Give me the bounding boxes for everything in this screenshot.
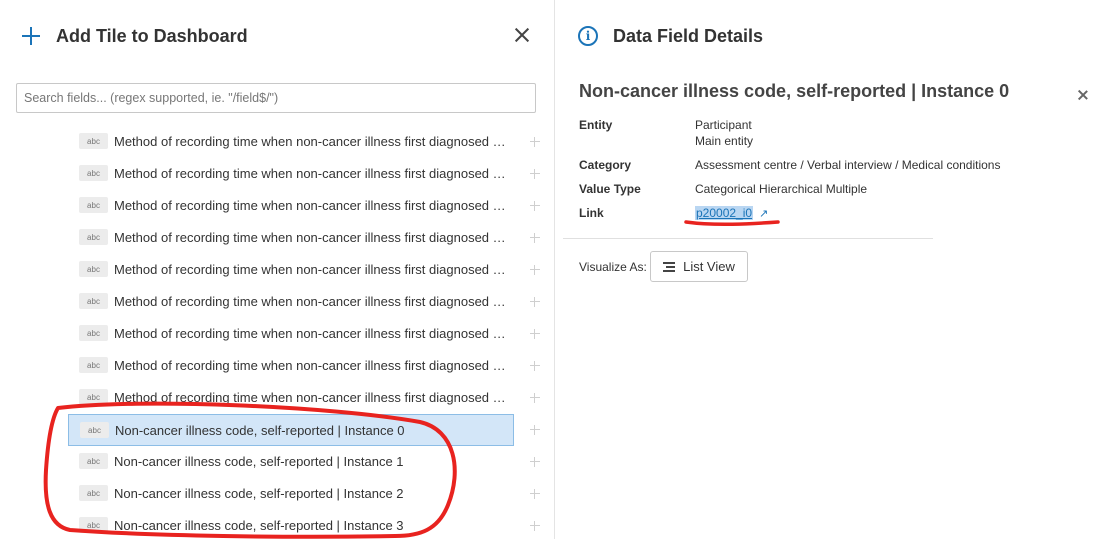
entity-value: Participant (695, 118, 752, 132)
field-label: Method of recording time when non-cancer… (114, 357, 509, 373)
list-view-label: List View (683, 259, 735, 274)
data-field-details-panel: i Data Field Details Non-cancer illness … (555, 0, 1110, 539)
field-label: Method of recording time when non-cancer… (114, 389, 509, 405)
link-label: Link (579, 206, 604, 220)
add-field-icon[interactable] (530, 169, 540, 179)
field-label: Method of recording time when non-cancer… (114, 165, 509, 181)
type-badge: abc (79, 389, 108, 405)
field-row[interactable]: abc Method of recording time when non-ca… (68, 382, 514, 412)
close-icon[interactable] (1077, 89, 1089, 101)
add-field-icon[interactable] (530, 201, 540, 211)
type-badge: abc (79, 453, 108, 469)
list-icon (663, 262, 676, 272)
add-field-icon[interactable] (530, 393, 540, 403)
plus-icon (20, 25, 42, 47)
list-view-button[interactable]: List View (650, 251, 748, 282)
type-badge: abc (79, 485, 108, 501)
add-tile-panel: Add Tile to Dashboard abc Method of reco… (0, 0, 555, 539)
field-label: Non-cancer illness code, self-reported |… (115, 422, 405, 438)
type-badge: abc (79, 517, 108, 533)
panel-title: Add Tile to Dashboard (56, 25, 248, 46)
field-row[interactable]: abc Non-cancer illness code, self-report… (68, 478, 514, 508)
details-header: i Data Field Details (578, 22, 763, 50)
add-field-icon[interactable] (530, 329, 540, 339)
field-label: Non-cancer illness code, self-reported |… (114, 485, 404, 501)
field-label: Method of recording time when non-cancer… (114, 197, 509, 213)
type-badge: abc (79, 293, 108, 309)
add-field-icon[interactable] (530, 489, 540, 499)
field-label: Non-cancer illness code, self-reported |… (114, 517, 404, 533)
type-badge: abc (79, 357, 108, 373)
add-field-icon[interactable] (530, 425, 540, 435)
field-label: Method of recording time when non-cancer… (114, 133, 509, 149)
add-field-icon[interactable] (530, 233, 540, 243)
category-value: Assessment centre / Verbal interview / M… (695, 158, 1001, 172)
type-badge: abc (79, 133, 108, 149)
field-row-selected[interactable]: abc Non-cancer illness code, self-report… (68, 414, 514, 446)
field-row[interactable]: abc Non-cancer illness code, self-report… (68, 446, 514, 476)
add-field-icon[interactable] (530, 521, 540, 531)
field-row[interactable]: abc Method of recording time when non-ca… (68, 254, 514, 284)
field-link[interactable]: p20002_i0 (695, 206, 754, 220)
type-badge: abc (79, 261, 108, 277)
field-row[interactable]: abc Method of recording time when non-ca… (68, 286, 514, 316)
field-row[interactable]: abc Method of recording time when non-ca… (68, 318, 514, 348)
field-row[interactable]: abc Non-cancer illness code, self-report… (68, 510, 514, 539)
field-row[interactable]: abc Method of recording time when non-ca… (68, 350, 514, 380)
divider (563, 238, 933, 239)
field-title: Non-cancer illness code, self-reported |… (579, 81, 1010, 101)
field-label: Method of recording time when non-cancer… (114, 229, 509, 245)
field-label: Method of recording time when non-cancer… (114, 293, 509, 309)
category-label: Category (579, 158, 632, 172)
type-badge: abc (80, 422, 109, 438)
field-row[interactable]: abc Method of recording time when non-ca… (68, 222, 514, 252)
add-field-icon[interactable] (530, 457, 540, 467)
close-icon[interactable] (513, 26, 531, 44)
field-label: Method of recording time when non-cancer… (114, 325, 509, 341)
type-badge: abc (79, 165, 108, 181)
search-input[interactable] (16, 83, 536, 113)
field-row[interactable]: abc Method of recording time when non-ca… (68, 190, 514, 220)
field-row[interactable]: abc Method of recording time when non-ca… (68, 158, 514, 188)
type-badge: abc (79, 325, 108, 341)
add-tile-header: Add Tile to Dashboard (20, 22, 248, 50)
add-field-icon[interactable] (530, 137, 540, 147)
type-badge: abc (79, 229, 108, 245)
info-icon: i (578, 26, 598, 46)
value-type-value: Categorical Hierarchical Multiple (695, 182, 868, 196)
link-container: p20002_i0 ↗ (695, 206, 768, 220)
type-badge: abc (79, 197, 108, 213)
visualize-label: Visualize As: (579, 260, 647, 274)
field-label: Non-cancer illness code, self-reported |… (114, 453, 404, 469)
external-link-icon[interactable]: ↗ (759, 207, 768, 220)
add-field-icon[interactable] (530, 361, 540, 371)
field-row[interactable]: abc Method of recording time when non-ca… (68, 126, 514, 156)
field-label: Method of recording time when non-cancer… (114, 261, 509, 277)
add-field-icon[interactable] (530, 297, 540, 307)
value-type-label: Value Type (579, 182, 641, 196)
entity-subvalue: Main entity (695, 134, 754, 148)
entity-label: Entity (579, 118, 613, 132)
add-field-icon[interactable] (530, 265, 540, 275)
field-list[interactable]: abc Method of recording time when non-ca… (0, 126, 554, 539)
panel-title: Data Field Details (613, 25, 764, 46)
